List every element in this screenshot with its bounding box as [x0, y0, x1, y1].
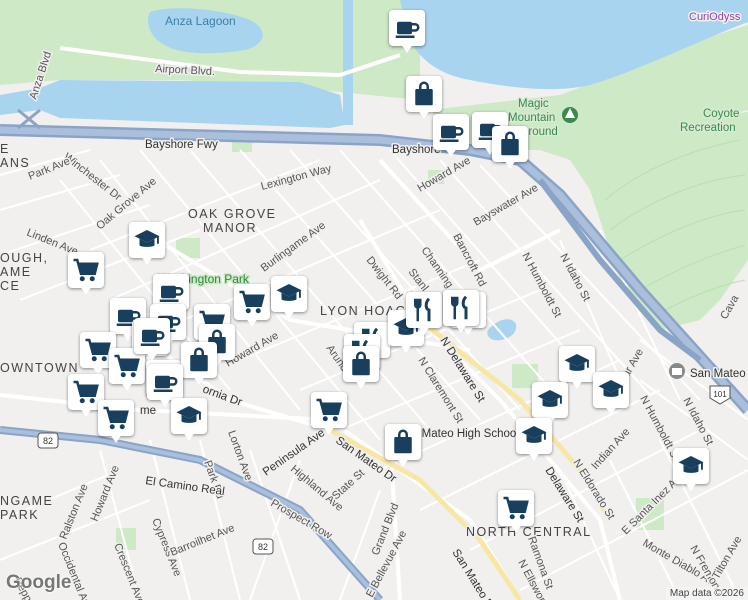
san-mateo-hq-pin-icon[interactable] — [669, 363, 685, 379]
park-label: PARK — [0, 508, 39, 522]
oak-grove-label-1: OAK GROVE — [188, 207, 277, 221]
ame-label: AME — [0, 265, 32, 279]
marker-pointer — [528, 452, 540, 461]
route-82-shield-b: 82 — [252, 538, 274, 555]
marker-pointer — [418, 326, 430, 335]
magic-mountain-label-1: Magic — [518, 98, 549, 110]
map-marker-school[interactable] — [516, 418, 552, 464]
route-82-shield-a: 82 — [37, 432, 59, 449]
marker-pointer — [80, 408, 92, 417]
marker-pointer — [445, 148, 457, 157]
marker-pointer — [455, 324, 467, 333]
school-icon — [271, 276, 307, 312]
restaurant-icon — [406, 292, 442, 328]
coffee-icon — [134, 318, 170, 354]
e-label: E — [0, 142, 10, 156]
map-marker-school[interactable] — [171, 398, 207, 444]
marker-pointer — [110, 434, 122, 443]
grocery-cart-icon — [68, 252, 104, 288]
coyote-label-2: Recreation — [680, 122, 736, 134]
marker-pointer — [246, 318, 258, 327]
school-icon — [516, 418, 552, 454]
marker-pointer — [121, 382, 133, 391]
school-icon — [532, 382, 568, 418]
map-marker-shopping-bag[interactable] — [385, 424, 421, 470]
shopping-bag-icon — [181, 342, 217, 378]
curiodyssey-label: CuriOdyss — [689, 11, 741, 23]
downtown-label: OWNTOWN — [0, 361, 79, 375]
map-marker-grocery-cart[interactable] — [234, 284, 270, 330]
map-marker-school[interactable] — [673, 448, 709, 494]
shopping-bag-icon — [492, 126, 528, 162]
map-marker-restaurant[interactable] — [406, 292, 442, 338]
ce-label: CE — [0, 279, 20, 293]
map-marker-coffee[interactable] — [433, 114, 469, 160]
map-marker-coffee[interactable] — [389, 10, 425, 56]
coffee-icon — [389, 10, 425, 46]
grocery-cart-icon — [98, 400, 134, 436]
marker-pointer — [193, 376, 205, 385]
grocery-cart-icon — [311, 392, 347, 428]
map-marker-school[interactable] — [593, 372, 629, 418]
marker-pointer — [400, 344, 412, 353]
map-marker-school[interactable] — [271, 276, 307, 322]
school-icon — [171, 398, 207, 434]
marker-pointer — [510, 524, 522, 533]
marker-pointer — [685, 482, 697, 491]
svg-text:101: 101 — [713, 390, 727, 399]
grocery-cart-icon — [234, 284, 270, 320]
bayshore-fwy-label: Bayshore Fwy — [145, 139, 218, 151]
coffee-icon — [433, 114, 469, 150]
school-icon — [593, 372, 629, 408]
grocery-cart-icon — [498, 490, 534, 526]
marker-pointer — [504, 160, 516, 169]
map-marker-grocery-cart[interactable] — [98, 400, 134, 446]
map-marker-shopping-bag[interactable] — [343, 346, 379, 392]
marker-pointer — [141, 256, 153, 265]
marker-pointer — [355, 380, 367, 389]
san-mateo-hq-label: San Mateo — [690, 368, 746, 380]
ough-label: OUGH, — [0, 251, 48, 265]
map-marker-coffee[interactable] — [134, 318, 170, 364]
marker-pointer — [418, 110, 430, 119]
marker-pointer — [183, 432, 195, 441]
map-marker-restaurant[interactable] — [443, 290, 479, 336]
marker-pointer — [283, 310, 295, 319]
ngame-label: NGAME — [0, 494, 53, 508]
playground-pin-icon[interactable] — [562, 107, 578, 123]
school-icon — [559, 346, 595, 382]
ans-label: ANS — [0, 156, 30, 170]
anza-lagoon-label: Anza Lagoon — [165, 14, 236, 28]
marker-pointer — [397, 458, 409, 467]
map-marker-grocery-cart[interactable] — [311, 392, 347, 438]
magic-mountain-label-2: Mountain — [508, 112, 555, 124]
school-icon — [673, 448, 709, 484]
oak-grove-label-2: MANOR — [203, 221, 257, 235]
marker-pointer — [323, 426, 335, 435]
map-marker-shopping-bag[interactable] — [492, 126, 528, 172]
marker-pointer — [146, 352, 158, 361]
map-marker-grocery-cart[interactable] — [498, 490, 534, 536]
marker-pointer — [401, 44, 413, 53]
map-marker-grocery-cart[interactable] — [68, 252, 104, 298]
restaurant-icon — [443, 290, 479, 326]
shopping-bag-icon — [385, 424, 421, 460]
marker-pointer — [571, 380, 583, 389]
map-marker-school[interactable] — [129, 222, 165, 268]
svg-text:82: 82 — [258, 542, 268, 552]
map-marker-shopping-bag[interactable] — [181, 342, 217, 388]
shopping-bag-icon — [343, 346, 379, 382]
school-icon — [129, 222, 165, 258]
marker-pointer — [605, 406, 617, 415]
shopping-bag-icon — [406, 76, 442, 112]
marker-pointer — [159, 398, 171, 407]
marker-pointer — [80, 286, 92, 295]
svg-text:82: 82 — [43, 436, 53, 446]
map-attribution[interactable]: Map data ©2026 — [665, 587, 748, 600]
coyote-label-1: Coyote — [703, 108, 739, 120]
google-logo[interactable]: Google — [6, 572, 71, 594]
coffee-icon — [147, 364, 183, 400]
